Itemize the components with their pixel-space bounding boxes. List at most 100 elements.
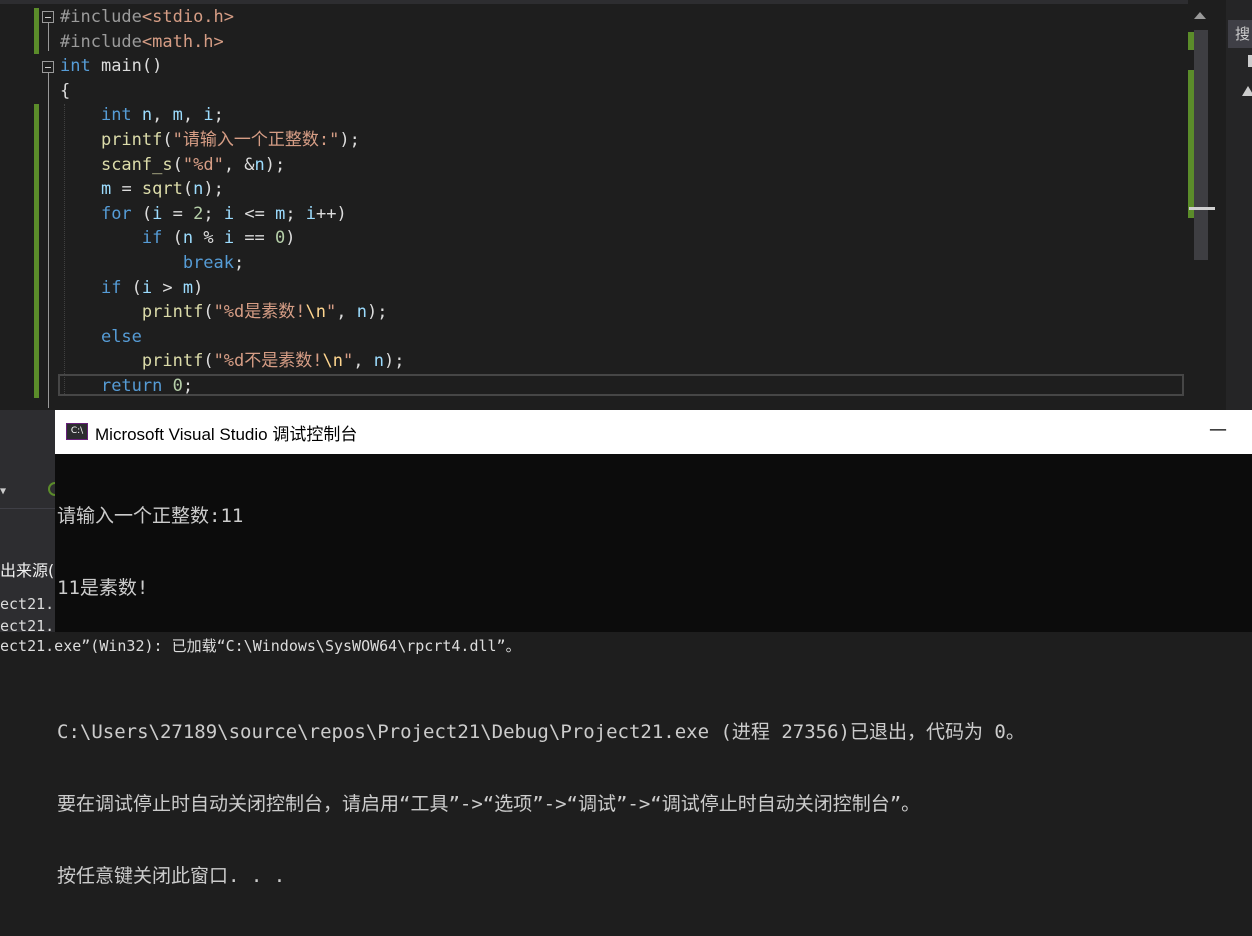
fold-toggle-icon[interactable] (42, 11, 54, 23)
code-line[interactable]: return 0; (60, 374, 193, 398)
code-token: sqrt (141, 179, 183, 200)
output-row: ect21.e (0, 595, 56, 613)
code-token: ( (162, 228, 183, 249)
solution-explorer-edge: 搜 (1226, 0, 1252, 410)
scroll-up-arrow-icon[interactable] (1194, 12, 1206, 19)
console-line: 按任意键关闭此窗口. . . (57, 865, 286, 887)
code-line[interactable]: if (n % i == 0) (60, 226, 296, 250)
code-token: break (182, 253, 235, 273)
code-token: "请输入一个正整数:" (172, 130, 340, 150)
console-line: C:\Users\27189\source\repos\Project21\De… (57, 721, 1025, 743)
code-token: > (152, 277, 183, 298)
code-token: = (162, 203, 194, 224)
code-token: i (305, 203, 317, 224)
output-panel-left-strip: ▼ 出来源(S ect21.e ect21.e (0, 410, 56, 655)
code-token: ( (172, 154, 183, 175)
fold-toggle-icon[interactable] (42, 61, 54, 73)
code-token: , (152, 105, 173, 126)
output-panel-bottom: ect21.exe”(Win32): 已加载“C:\Windows\SysWOW… (0, 632, 1252, 655)
change-marker (34, 8, 39, 54)
code-token: #include (60, 7, 142, 27)
code-token: "%d" (182, 154, 224, 175)
console-titlebar[interactable]: C:\ Microsoft Visual Studio 调试控制台 — (55, 410, 1252, 454)
code-token: int (100, 105, 132, 126)
code-line[interactable]: printf("%d不是素数!\n", n); (60, 349, 405, 373)
code-token: " (343, 351, 354, 372)
code-token: n (373, 351, 384, 372)
code-token: ) (193, 277, 204, 298)
fold-guide (48, 73, 49, 408)
code-line[interactable]: int main() (60, 54, 162, 78)
code-line[interactable]: printf("请输入一个正整数:"); (60, 128, 360, 152)
code-token: printf (141, 351, 204, 372)
code-token: , (336, 302, 357, 323)
code-token: <= (234, 203, 276, 224)
code-editor[interactable]: #include<stdio.h> #include<math.h> int mai… (0, 0, 1188, 410)
caret-position-marker (1189, 207, 1215, 210)
code-token: ); (264, 154, 286, 175)
code-line[interactable]: int n, m, i; (60, 103, 224, 127)
code-token: for (100, 203, 132, 224)
code-token: n (182, 228, 194, 249)
code-token: n (193, 179, 204, 200)
code-token: if (141, 228, 163, 249)
scrollbar-track[interactable] (1194, 30, 1208, 260)
code-line[interactable]: printf("%d是素数!\n", n); (60, 300, 388, 324)
code-line[interactable]: break; (60, 251, 244, 275)
code-token: ( (131, 203, 153, 224)
output-row: ect21.exe”(Win32): 已加载“C:\Windows\SysWOW… (0, 637, 521, 655)
code-token: scanf_s (100, 154, 173, 175)
code-line[interactable]: #include<math.h> (60, 30, 224, 54)
code-token: "%d是素数! (213, 302, 306, 323)
change-marker (34, 104, 39, 398)
code-token: return (100, 376, 163, 396)
expand-arrow-icon[interactable] (1242, 86, 1252, 96)
code-line[interactable]: #include<stdio.h> (60, 5, 234, 29)
code-token: , (182, 105, 204, 126)
dropdown-arrow-icon[interactable]: ▼ (0, 486, 12, 497)
code-line[interactable]: scanf_s("%d", &n); (60, 153, 285, 177)
code-token: printf (141, 302, 204, 323)
debug-console-window[interactable]: C:\ Microsoft Visual Studio 调试控制台 — 请输入一… (55, 410, 1252, 887)
code-token: ; (182, 376, 194, 396)
code-token: m (100, 179, 112, 200)
code-token: ); (383, 351, 405, 372)
code-token: i (203, 105, 214, 126)
code-token: m (172, 105, 183, 126)
code-token: 0 (275, 228, 286, 249)
console-app-icon: C:\ (66, 423, 88, 440)
code-line[interactable]: for (i = 2; i <= m; i++) (60, 202, 347, 226)
code-line[interactable]: if (i > m) (60, 276, 203, 300)
code-token: , (353, 351, 374, 372)
output-source-label: 出来源(S (0, 561, 56, 580)
code-token: ( (203, 302, 214, 323)
console-title: Microsoft Visual Studio 调试控制台 (95, 425, 358, 444)
code-token: n (141, 105, 153, 126)
code-token: #include (60, 31, 142, 52)
code-line[interactable]: else (60, 325, 142, 349)
code-token: main() (90, 56, 163, 77)
search-tab[interactable]: 搜 (1228, 20, 1252, 48)
vertical-scrollbar[interactable] (1188, 0, 1226, 410)
code-token: , & (223, 154, 255, 175)
code-token: ( (182, 179, 194, 200)
code-token: = (111, 179, 142, 200)
code-token: i (152, 203, 163, 224)
code-token: i (223, 203, 235, 224)
code-token: int (60, 56, 91, 77)
code-token: ( (121, 277, 142, 298)
code-line[interactable]: { (60, 79, 70, 103)
code-token: \n (305, 302, 326, 323)
code-token: 0 (172, 376, 183, 396)
console-output: 请输入一个正整数:11 11是素数! C:\Users\27189\source… (57, 456, 1025, 936)
code-line[interactable]: m = sqrt(n); (60, 177, 224, 201)
minimize-button[interactable]: — (1193, 418, 1243, 446)
